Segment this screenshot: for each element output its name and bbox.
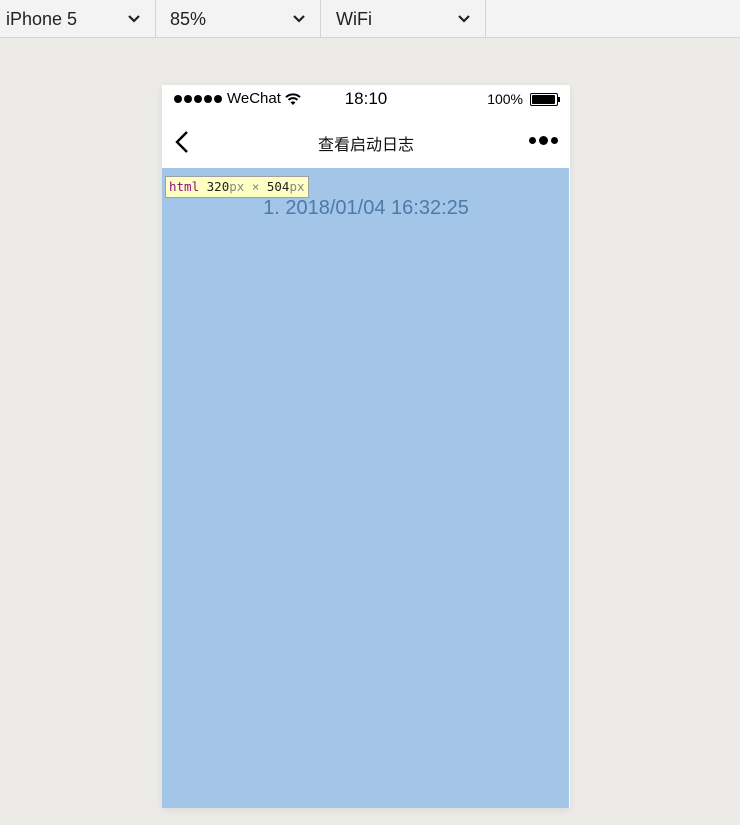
chevron-down-icon [293, 15, 305, 23]
inspector-size-tooltip: html 320px × 504px [165, 176, 309, 198]
device-select[interactable]: iPhone 5 [0, 0, 156, 38]
tooltip-times: × [251, 179, 260, 194]
chevron-down-icon [458, 15, 470, 23]
network-select[interactable]: WiFi [321, 0, 486, 38]
battery-percent: 100% [487, 91, 523, 107]
chevron-down-icon [128, 15, 140, 23]
nav-bar: 查看启动日志 [162, 115, 570, 168]
tooltip-width: 320 [206, 179, 230, 194]
battery-icon [530, 92, 560, 106]
status-bar: WeChat 18:10 100% [162, 85, 570, 115]
page-title: 查看启动日志 [317, 135, 414, 154]
log-list-item: 1. 2018/01/04 16:32:25 [263, 197, 469, 219]
page-content: 1. 2018/01/04 16:32:25 html 320px × 504p… [162, 168, 569, 808]
zoom-select[interactable]: 85% [156, 0, 321, 38]
tooltip-height: 504 [266, 179, 290, 194]
device-select-value: iPhone 5 [6, 8, 78, 29]
tooltip-unit: px [289, 179, 305, 194]
tooltip-unit: px [229, 179, 245, 194]
more-options-icon[interactable] [529, 136, 558, 145]
network-select-value: WiFi [336, 8, 372, 29]
phone-simulator: WeChat 18:10 100% 查看启动日志 1. 2018/01/04 1… [162, 85, 570, 808]
tooltip-tag: html [169, 179, 200, 194]
battery-group: 100% [487, 91, 560, 107]
device-toolbar: iPhone 5 85% WiFi [0, 0, 740, 38]
zoom-select-value: 85% [170, 8, 207, 29]
